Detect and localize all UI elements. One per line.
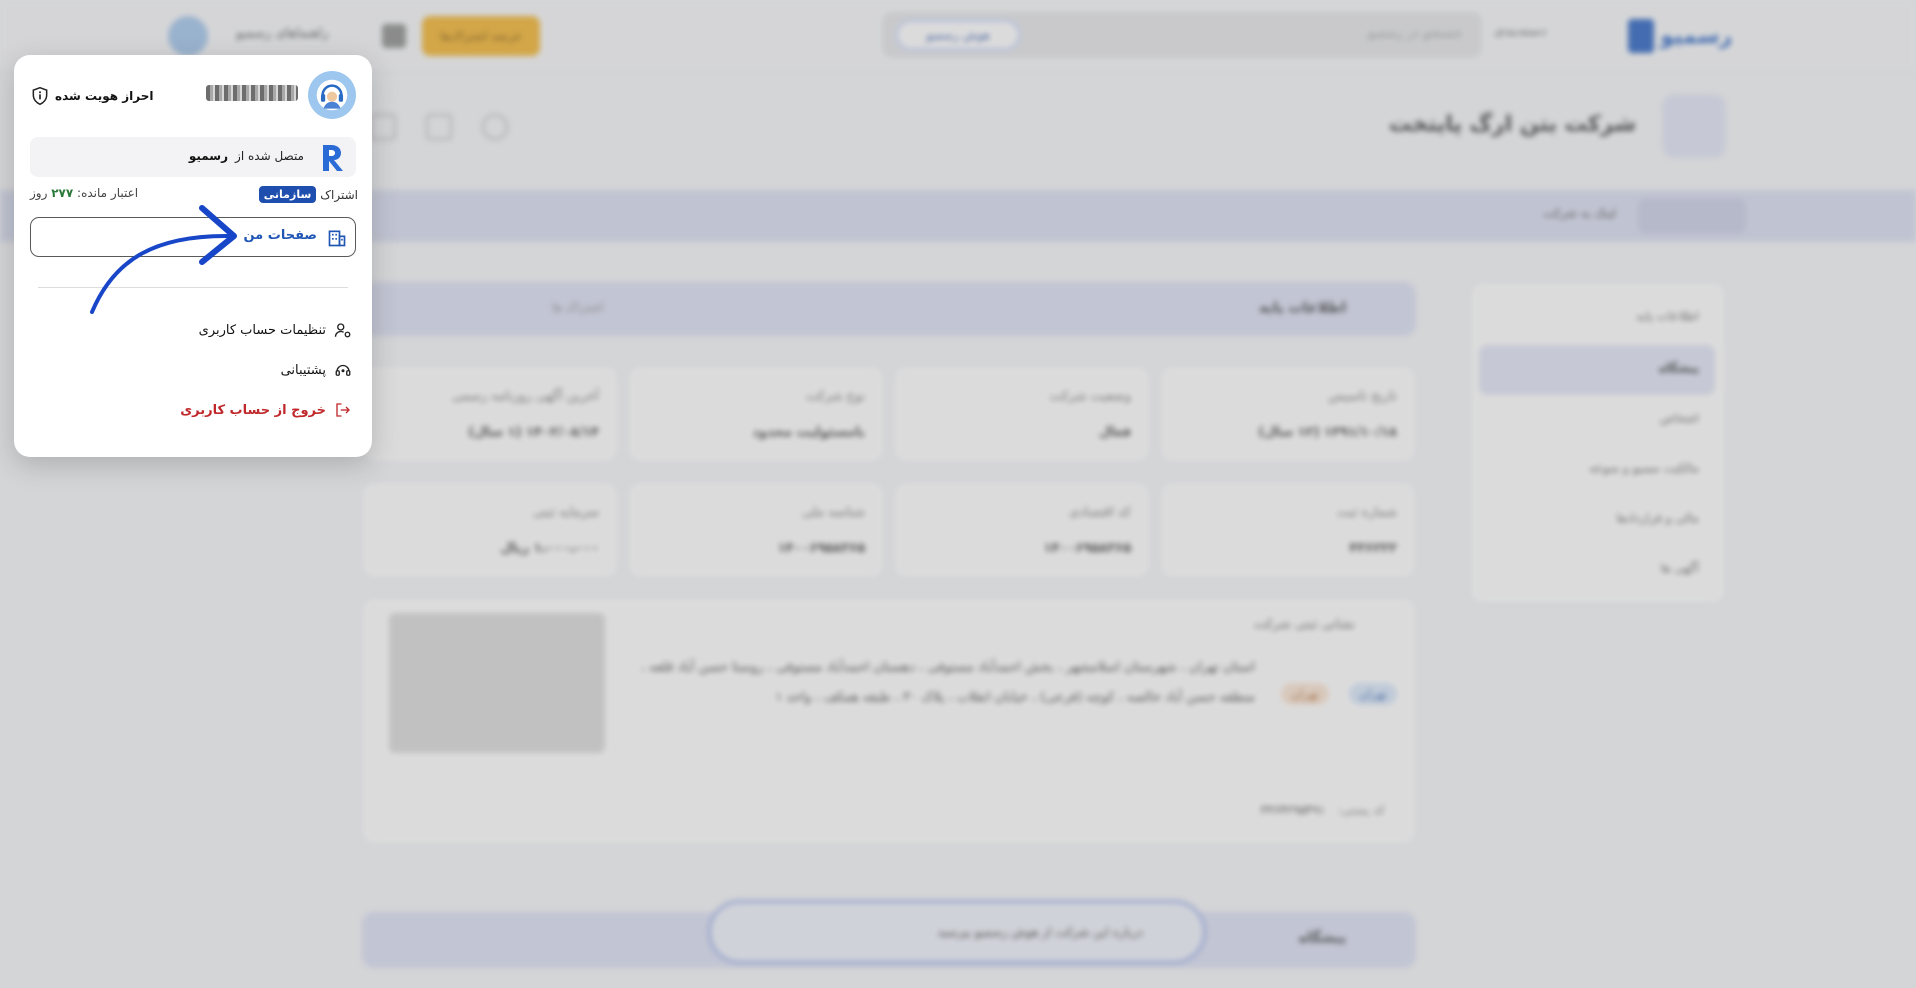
credit-prefix: اعتبار مانده: [77,186,139,200]
menu-divider [38,287,348,288]
verified-status: احراز هویت شده [30,86,153,106]
my-pages-label: صفحات من [243,228,317,243]
credit-days: ۲۷۷ [51,186,74,200]
user-avatar [308,71,356,119]
subscription-info: اشتراک سازمانی [258,186,358,203]
subscription-label: اشتراک [320,187,358,202]
connected-brand: رسمیو [188,149,228,163]
account-settings-label: تنظیمات حساب کاربری [198,322,326,338]
subscription-badge: سازمانی [258,186,317,203]
account-settings-item[interactable]: تنظیمات حساب کاربری [199,321,352,339]
logout-item[interactable]: خروج از حساب کاربری [180,401,352,419]
my-pages-button[interactable]: صفحات من [30,217,356,257]
account-popover: احراز هویت شده متصل شده از رسمیو اشتراک … [14,55,372,457]
shield-info-icon [32,86,48,106]
user-name-pixelated [206,85,298,101]
connected-from: متصل شده از رسمیو [30,137,356,177]
support-item[interactable]: پشتیبانی [281,361,352,379]
verified-label: احراز هویت شده [55,89,154,103]
building-icon [328,230,346,247]
user-settings-icon [334,323,351,338]
logout-label: خروج از حساب کاربری [180,402,326,418]
support-label: پشتیبانی [280,362,326,378]
rasmio-logo-icon [323,145,343,171]
connected-label: متصل شده از [235,149,304,163]
logout-icon [336,403,350,417]
headset-icon [335,364,351,376]
credit-suffix: روز [30,186,48,200]
support-agent-icon [316,79,348,111]
remaining-credit: اعتبار مانده: ۲۷۷ روز [30,186,138,200]
